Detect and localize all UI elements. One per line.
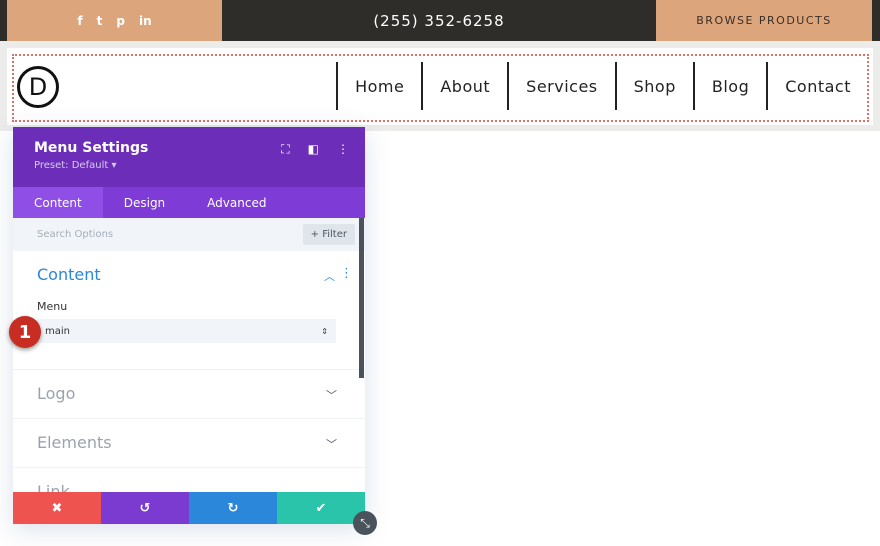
top-bar: f t p in (255) 352-6258 BROWSE PRODUCTS [0, 0, 880, 41]
chevron-up-icon[interactable]: ︿ [324, 268, 335, 284]
nav-services[interactable]: Services [507, 62, 614, 110]
redo-icon: ↻ [227, 500, 239, 516]
more-options-icon[interactable]: ⋮ [337, 142, 349, 157]
social-links: f t p in [7, 0, 222, 41]
elements-section[interactable]: Elements ﹀ [13, 419, 365, 468]
main-nav: Home About Services Shop Blog Contact [336, 62, 868, 110]
chevron-down-icon: ﹀ [326, 389, 337, 402]
browse-products-button[interactable]: BROWSE PRODUCTS [656, 0, 872, 41]
save-button[interactable]: ✔ [277, 492, 365, 524]
fullscreen-icon[interactable]: ⛶ [281, 142, 289, 157]
content-section: Content ︿ ⋮ Menu main ⇕ [13, 251, 365, 370]
facebook-icon[interactable]: f [77, 14, 82, 28]
filter-button[interactable]: + Filter [302, 224, 355, 245]
close-icon: ✖ [51, 500, 63, 516]
search-input[interactable]: Search Options [37, 229, 113, 240]
nav-home[interactable]: Home [336, 62, 421, 110]
scrollbar[interactable] [359, 218, 364, 378]
tab-advanced[interactable]: Advanced [186, 187, 287, 218]
section-title: Logo [37, 384, 76, 403]
preset-dropdown[interactable]: Preset: Default ▾ [34, 160, 344, 171]
nav-contact[interactable]: Contact [766, 62, 868, 110]
sidebar-icon[interactable]: ◧ [308, 142, 319, 157]
redo-button[interactable]: ↻ [189, 492, 277, 524]
panel-header: Menu Settings Preset: Default ▾ ⛶ ◧ ⋮ [13, 127, 365, 187]
logo-section[interactable]: Logo ﹀ [13, 370, 365, 419]
tab-design[interactable]: Design [103, 187, 186, 218]
menu-settings-panel: Menu Settings Preset: Default ▾ ⛶ ◧ ⋮ Co… [13, 127, 365, 524]
pinterest-icon[interactable]: p [116, 14, 125, 28]
undo-icon: ↺ [139, 500, 151, 516]
check-icon: ✔ [315, 500, 327, 516]
logo[interactable]: D [17, 66, 59, 108]
linkedin-icon[interactable]: in [139, 14, 152, 28]
select-arrows-icon: ⇕ [321, 326, 328, 336]
section-title: Elements [37, 433, 112, 452]
step-badge: 1 [9, 316, 41, 348]
cancel-button[interactable]: ✖ [13, 492, 101, 524]
undo-button[interactable]: ↺ [101, 492, 189, 524]
section-title[interactable]: Content [37, 265, 341, 284]
panel-tabs: Content Design Advanced [13, 187, 365, 218]
nav-shop[interactable]: Shop [614, 62, 693, 110]
menu-label: Menu [37, 300, 68, 313]
section-more-icon[interactable]: ⋮ [340, 266, 353, 281]
phone-number: (255) 352-6258 [373, 11, 505, 30]
twitter-icon[interactable]: t [97, 14, 103, 28]
nav-blog[interactable]: Blog [692, 62, 766, 110]
tab-content[interactable]: Content [13, 187, 103, 218]
resize-handle-icon[interactable]: ⤡ [353, 511, 377, 535]
search-bar: Search Options + Filter [13, 218, 365, 251]
nav-about[interactable]: About [421, 62, 507, 110]
panel-footer: ✖ ↺ ↻ ✔ [13, 492, 365, 524]
menu-select-value: main [45, 325, 70, 337]
menu-select[interactable]: main ⇕ [37, 319, 336, 343]
chevron-down-icon: ﹀ [326, 438, 337, 451]
